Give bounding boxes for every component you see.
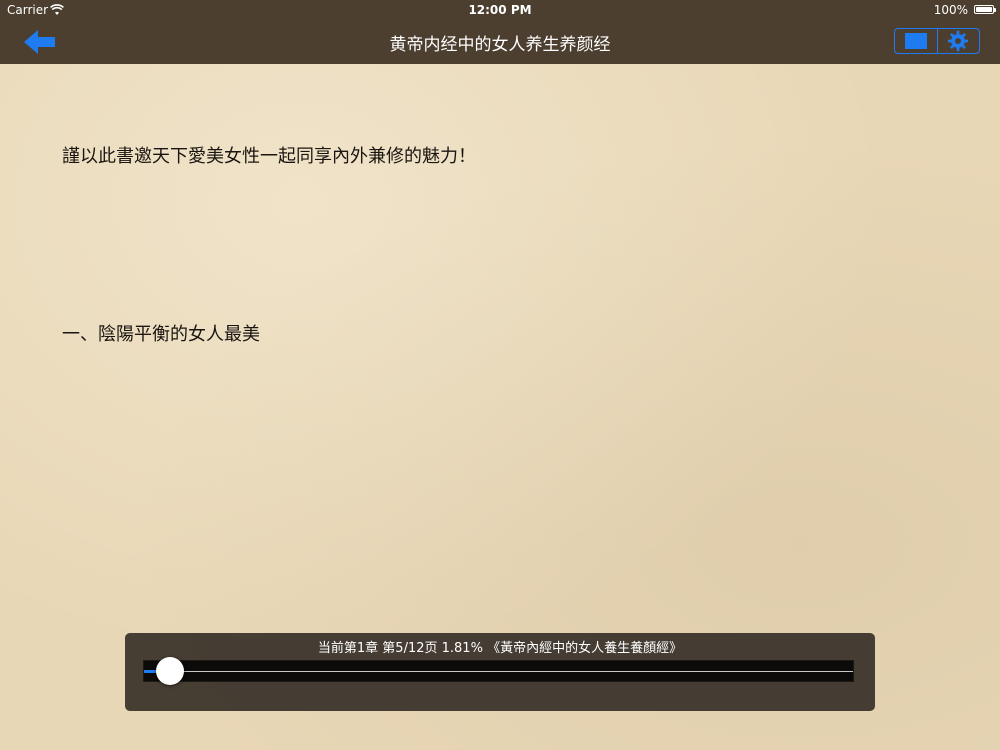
status-bar: Carrier 12:00 PM 100% (0, 0, 1000, 20)
header: Carrier 12:00 PM 100% 黄帝内经中的女人养生养颜经 (0, 0, 1000, 64)
status-time: 12:00 PM (468, 3, 532, 17)
progress-label: 当前第1章 第5/12页 1.81% 《黃帝內經中的女人養生養顏經》 (317, 641, 683, 656)
paragraph-dedication: 謹以此書邀天下愛美女性一起同享內外兼修的魅力！ (62, 146, 476, 167)
progress-track-line (144, 671, 853, 672)
gear-icon (948, 30, 969, 52)
settings-button[interactable] (936, 29, 980, 53)
progress-slider[interactable] (143, 657, 854, 685)
layout-square-icon (904, 33, 927, 49)
page-title: 黄帝内经中的女人养生养颜经 (389, 35, 611, 55)
battery-icon (974, 5, 996, 14)
nav-bar: 黄帝内经中的女人养生养颜经 (0, 20, 1000, 64)
progress-panel: 当前第1章 第5/12页 1.81% 《黃帝內經中的女人養生養顏經》 (125, 633, 875, 711)
progress-thumb[interactable] (156, 657, 185, 685)
paragraph-section-heading: 一、陰陽平衡的女人最美 (62, 324, 260, 345)
battery-percent: 100% (933, 3, 968, 17)
layout-button[interactable] (895, 29, 937, 53)
toolbar-group (894, 28, 980, 54)
